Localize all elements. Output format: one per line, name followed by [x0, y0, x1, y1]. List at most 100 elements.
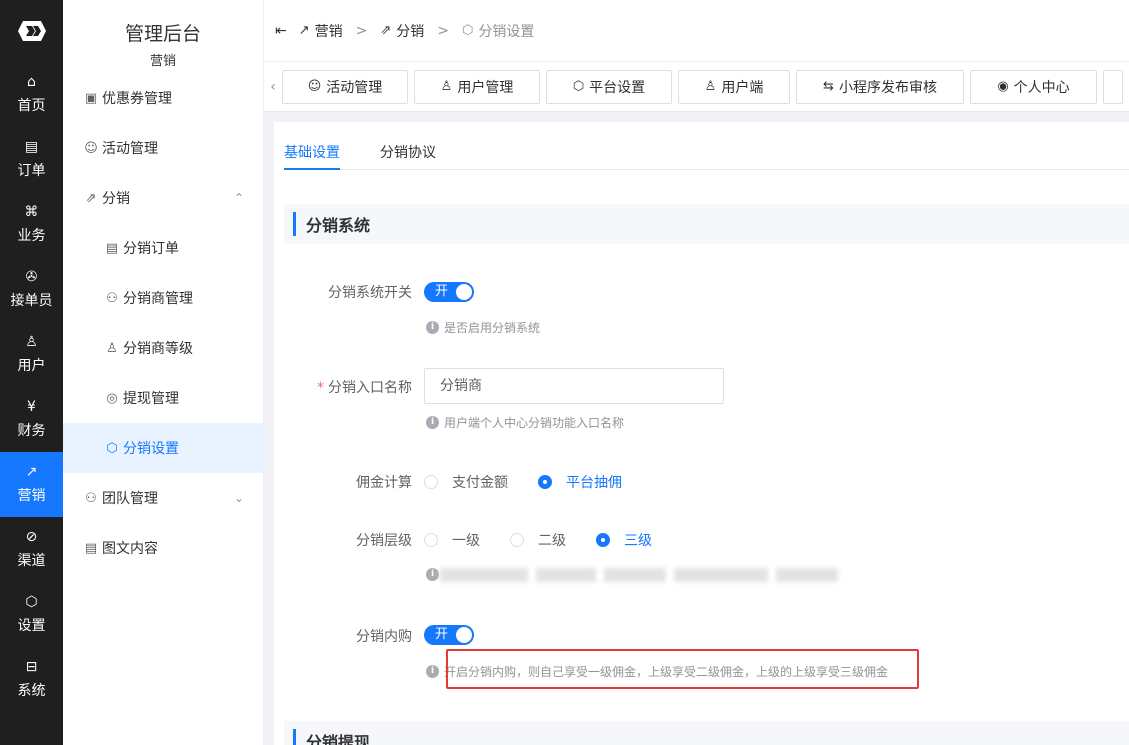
nav-item-5[interactable]: ¥ 财务: [0, 387, 63, 452]
self-purchase-toggle[interactable]: 开: [424, 625, 474, 645]
tab-user-client[interactable]: ♙ 用户端: [678, 69, 790, 104]
toggle-text: 开: [435, 284, 449, 299]
radio-circle: [510, 533, 524, 547]
system-switch-hint: i 是否启用分销系统: [426, 319, 540, 336]
chevron-down-icon: ⌄: [233, 491, 244, 505]
distribution-system-toggle[interactable]: 开: [424, 282, 474, 302]
sidebar-item-7[interactable]: ⬡ 分销设置: [63, 423, 264, 473]
breadcrumb-separator: >: [437, 22, 450, 39]
nav-item-4[interactable]: ♙ 用户: [0, 322, 63, 387]
nav-item-7[interactable]: ⊘ 渠道: [0, 517, 63, 582]
tab-personal-center[interactable]: ◉ 个人中心: [970, 69, 1097, 104]
nav-item-1[interactable]: ▤ 订单: [0, 127, 63, 192]
info-icon: i: [426, 321, 439, 334]
tab-overflow[interactable]: [1103, 69, 1123, 104]
tab-activity-management[interactable]: ☺ 活动管理: [282, 69, 408, 104]
subtab-basic-settings[interactable]: 基础设置: [284, 142, 340, 162]
nav-item-6[interactable]: ↗ 营销: [0, 452, 63, 517]
sidebar-item-label: 图文内容: [102, 541, 158, 557]
tab-platform-settings[interactable]: ⬡ 平台设置: [546, 69, 672, 104]
collapse-icon[interactable]: ⇤: [275, 23, 287, 39]
order-icon: ▤: [24, 139, 39, 155]
commission-label: 佣金计算: [356, 475, 412, 491]
tab-label: 活动管理: [326, 79, 383, 96]
level-option-three[interactable]: 三级: [596, 530, 652, 550]
sidebar-item-label: 分销设置: [123, 441, 179, 457]
option-label: 三级: [624, 533, 652, 549]
nav-item-8[interactable]: ⬡ 设置: [0, 582, 63, 647]
breadcrumb-label: 分销: [396, 23, 425, 40]
level-option-one[interactable]: 一级: [424, 530, 480, 550]
logo-icon: [17, 21, 46, 41]
commission-option-payment[interactable]: 支付金额: [424, 472, 508, 492]
breadcrumb-item-distribution-settings: ⬡ 分销设置: [462, 21, 534, 41]
entry-name-label: * 分销入口名称: [284, 377, 412, 397]
sidebar-item-3[interactable]: ▤ 分销订单: [63, 223, 264, 273]
sidebar-item-4[interactable]: ⚇ 分销商管理: [63, 273, 264, 323]
sidebar-item-9[interactable]: ▤ 图文内容: [63, 523, 264, 573]
label-text: 分销入口名称: [328, 380, 412, 396]
sidebar-item-5[interactable]: ♙ 分销商等级: [63, 323, 264, 373]
section-title: 分销系统: [306, 216, 371, 235]
tab-label: 个人中心: [1013, 79, 1070, 96]
redacted-text: [440, 568, 528, 582]
breadcrumb-item-distribution[interactable]: ⇗ 分销: [380, 21, 424, 41]
radio-circle: [596, 533, 610, 547]
nav-label: 财务: [17, 423, 46, 439]
level-option-two[interactable]: 二级: [510, 530, 566, 550]
commission-option-platform[interactable]: 平台抽佣: [538, 472, 622, 492]
sidebar-item-label: 分销订单: [123, 241, 179, 257]
active-tab-indicator: [284, 168, 340, 170]
radio-circle: [538, 475, 552, 489]
breadcrumb-separator: >: [355, 22, 368, 39]
tab-label: 平台设置: [589, 79, 646, 96]
tab-user-management[interactable]: ♙ 用户管理: [414, 69, 540, 104]
chevron-up-icon: ⌃: [233, 191, 244, 205]
sidebar-item-label: 分销商管理: [123, 291, 193, 307]
subtab-distribution-agreement[interactable]: 分销协议: [380, 142, 436, 162]
nav-label: 接单员: [10, 293, 53, 309]
chart-icon: ↗: [25, 464, 38, 480]
user-icon: ♙: [440, 79, 453, 94]
chart-icon: ↗: [298, 23, 310, 38]
breadcrumb-item-marketing[interactable]: ↗ 营销: [299, 21, 343, 41]
section-title: 分销提现: [306, 733, 371, 745]
tab-miniprogram-review[interactable]: ⇆ 小程序发布审核: [796, 69, 964, 104]
settings-subtabs: 基础设置 分销协议: [284, 122, 1129, 170]
radio-circle: [424, 475, 438, 489]
chevron-left-icon[interactable]: ‹: [264, 79, 282, 95]
team-icon: ⚇: [106, 290, 118, 306]
app-logo: [0, 0, 63, 62]
nav-label: 首页: [17, 98, 46, 114]
redacted-text: [536, 568, 596, 582]
required-mark: *: [317, 380, 324, 396]
entry-name-hint: i 用户端个人中心分销功能入口名称: [426, 414, 624, 431]
withdraw-icon: ◎: [106, 390, 118, 406]
highlight-box: [446, 649, 919, 689]
settings-panel: 基础设置 分销协议 分销系统 分销系统开关 开 i 是否启用分销系统 * 分销入口名…: [274, 122, 1129, 745]
radio-circle: [424, 533, 438, 547]
sidebar-item-1[interactable]: ☺ 活动管理: [63, 123, 264, 173]
sidebar-item-8[interactable]: ⚇ 团队管理 ⌄: [63, 473, 264, 523]
nav-label: 订单: [17, 163, 46, 179]
page-tabs: ‹ ☺ 活动管理 ♙ 用户管理 ⬡ 平台设置 ♙ 用户端 ⇆ 小程序发布审核 ◉ 个人中心: [264, 62, 1129, 112]
sidebar-item-label: 提现管理: [123, 391, 179, 407]
entry-name-input[interactable]: 分销商: [424, 368, 724, 404]
sidebar-item-2[interactable]: ⇗ 分销 ⌃: [63, 173, 264, 223]
nav-label: 设置: [17, 618, 46, 634]
sidebar-item-0[interactable]: ▣ 优惠券管理: [63, 73, 264, 123]
bike-icon: ✇: [25, 269, 38, 285]
nav-item-2[interactable]: ⌘ 业务: [0, 192, 63, 257]
channel-icon: ⊘: [25, 529, 38, 545]
levels-label: 分销层级: [356, 533, 412, 549]
info-icon: i: [426, 416, 439, 429]
nav-item-0[interactable]: ⌂ 首页: [0, 62, 63, 127]
sidebar-item-6[interactable]: ◎ 提现管理: [63, 373, 264, 423]
nav-item-9[interactable]: ⊟ 系统: [0, 647, 63, 712]
breadcrumb-label: 分销设置: [478, 23, 535, 40]
info-icon: i: [426, 568, 439, 581]
nav-item-3[interactable]: ✇ 接单员: [0, 257, 63, 322]
toggle-knob: [456, 284, 472, 300]
redacted-text: [674, 568, 768, 582]
coupon-icon: ▣: [84, 90, 98, 106]
